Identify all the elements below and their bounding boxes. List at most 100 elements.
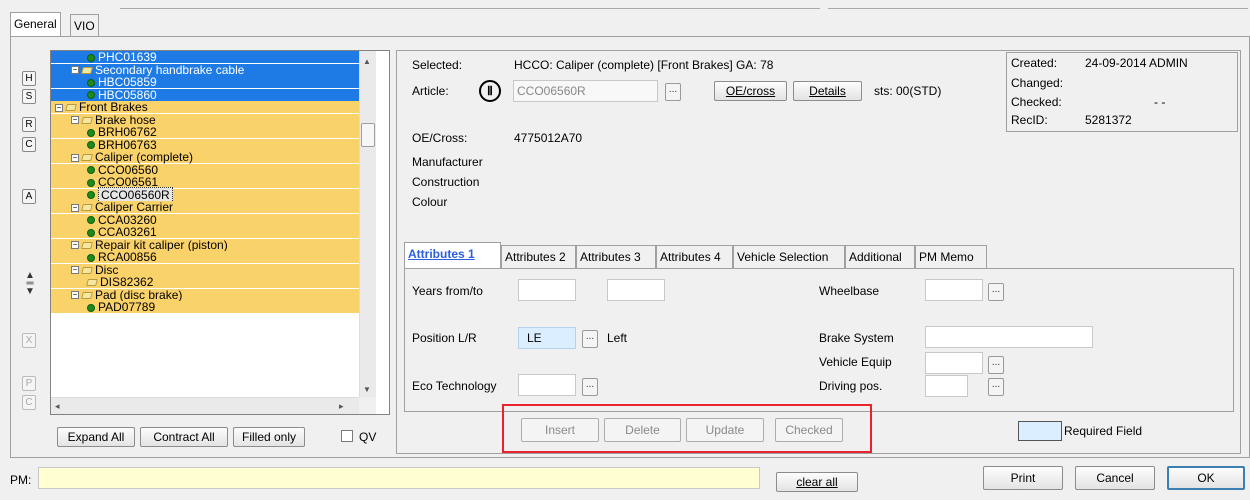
- tab-general[interactable]: General: [10, 12, 61, 37]
- qv-checkbox[interactable]: [341, 430, 353, 442]
- tab-vehicle-selection[interactable]: Vehicle Selection: [733, 245, 845, 268]
- tab-additional[interactable]: Additional: [845, 245, 915, 268]
- cancel-button[interactable]: Cancel: [1075, 466, 1155, 490]
- recid-label: RecID:: [1011, 113, 1048, 127]
- side-button-s[interactable]: S: [22, 89, 36, 104]
- tab-vio[interactable]: VIO: [70, 14, 99, 36]
- oe-cross-value: 4775012A70: [514, 131, 583, 145]
- tree-leaf[interactable]: PAD07789: [51, 301, 359, 313]
- tree-leaf[interactable]: BRH06762: [51, 126, 359, 138]
- scroll-left-icon[interactable]: ◂: [55, 401, 60, 412]
- tree-node[interactable]: − Caliper Carrier: [51, 201, 359, 213]
- insert-button[interactable]: Insert: [521, 418, 599, 442]
- tree-view[interactable]: PHC01639− Secondary handbrake cable HBC058…: [50, 50, 390, 415]
- folder-icon: [81, 154, 93, 162]
- side-button-c2[interactable]: C: [22, 395, 36, 410]
- year-to-input[interactable]: [607, 279, 665, 301]
- status-dot-icon: [87, 53, 95, 62]
- scroll-corner: [359, 397, 376, 414]
- scroll-right-icon[interactable]: ▸: [339, 401, 344, 412]
- oe-cross-button[interactable]: OE/cross: [714, 81, 787, 101]
- eco-technology-input[interactable]: [518, 374, 576, 396]
- side-button-p[interactable]: P: [22, 376, 36, 391]
- delete-button[interactable]: Delete: [604, 418, 681, 442]
- side-button-a[interactable]: A: [22, 189, 36, 204]
- tree-leaf[interactable]: CCA03260: [51, 213, 359, 226]
- tree-node[interactable]: − Caliper (complete): [51, 151, 359, 163]
- folder-icon: [81, 204, 93, 212]
- tab-attributes-3[interactable]: Attributes 3: [576, 245, 656, 268]
- tree-leaf[interactable]: PHC01639: [51, 51, 359, 63]
- move-arrows-icon[interactable]: ▲ ═ ▼: [23, 271, 37, 298]
- status-dot-icon: [87, 166, 95, 175]
- details-button[interactable]: Details: [793, 81, 862, 101]
- wheelbase-lookup-button[interactable]: ...: [988, 283, 1004, 301]
- tree-leaf[interactable]: CCO06560: [51, 163, 359, 176]
- collapse-icon[interactable]: −: [71, 66, 79, 75]
- collapse-icon[interactable]: −: [71, 241, 79, 250]
- pm-input[interactable]: [38, 467, 760, 489]
- collapse-icon[interactable]: −: [71, 291, 79, 300]
- tree-leaf[interactable]: CCA03261: [51, 226, 359, 238]
- expand-all-button[interactable]: Expand All: [57, 427, 135, 447]
- update-button[interactable]: Update: [686, 418, 764, 442]
- position-lookup-button[interactable]: ...: [582, 330, 598, 348]
- side-button-c[interactable]: C: [22, 137, 36, 152]
- side-button-r[interactable]: R: [22, 117, 36, 132]
- scroll-up-icon[interactable]: ▲: [363, 57, 371, 66]
- tree-leaf[interactable]: DIS82362: [51, 276, 359, 288]
- tree-node[interactable]: − Brake hose: [51, 113, 359, 126]
- tree-node[interactable]: − Secondary handbrake cable: [51, 63, 359, 76]
- tab-attributes-2[interactable]: Attributes 2: [501, 245, 576, 268]
- clear-all-button[interactable]: clear all: [776, 472, 858, 492]
- checked-button[interactable]: Checked: [775, 418, 843, 442]
- tree-leaf[interactable]: HBC05859: [51, 76, 359, 88]
- tree-node[interactable]: − Front Brakes: [51, 101, 359, 113]
- item-icon: [86, 279, 98, 287]
- side-button-h[interactable]: H: [22, 71, 36, 86]
- folder-icon: [81, 266, 93, 274]
- wheelbase-input[interactable]: [925, 279, 983, 301]
- print-button[interactable]: Print: [983, 466, 1063, 490]
- tree-node[interactable]: − Repair kit caliper (piston): [51, 238, 359, 251]
- collapse-icon[interactable]: −: [71, 116, 79, 125]
- article-input[interactable]: CCO06560R: [513, 80, 658, 102]
- year-from-input[interactable]: [518, 279, 576, 301]
- construction-label: Construction: [412, 175, 480, 189]
- tab-attributes-1[interactable]: Attributes 1: [404, 242, 501, 269]
- driving-pos-lookup-button[interactable]: ...: [988, 378, 1004, 396]
- driving-pos-input[interactable]: [925, 375, 968, 397]
- tree-leaf[interactable]: BRH06763: [51, 138, 359, 151]
- filled-only-button[interactable]: Filled only: [233, 427, 305, 447]
- side-button-x[interactable]: X: [22, 333, 36, 348]
- vehicle-equip-input[interactable]: [925, 352, 983, 374]
- contract-all-button[interactable]: Contract All: [140, 427, 228, 447]
- scroll-down-icon[interactable]: ▼: [363, 385, 371, 394]
- eco-lookup-button[interactable]: ...: [582, 378, 598, 396]
- tree-leaf[interactable]: CCO06560R: [51, 186, 359, 203]
- collapse-icon[interactable]: −: [71, 153, 79, 162]
- collapse-icon[interactable]: −: [71, 203, 79, 212]
- tree-vscrollbar[interactable]: ▲ ▼: [359, 51, 376, 397]
- pm-label: PM:: [10, 473, 32, 487]
- folder-icon: [81, 291, 93, 299]
- tree-node[interactable]: − Disc: [51, 263, 359, 276]
- status-dot-icon: [87, 216, 95, 225]
- brake-system-input[interactable]: [925, 326, 1093, 348]
- tree-leaf[interactable]: HBC05860: [51, 88, 359, 101]
- vehicle-equip-lookup-button[interactable]: ...: [988, 356, 1004, 374]
- position-input[interactable]: LE: [518, 327, 576, 349]
- tree-leaf[interactable]: RCA00856: [51, 251, 359, 263]
- collapse-icon[interactable]: −: [55, 103, 63, 112]
- tree-node[interactable]: − Pad (disc brake): [51, 288, 359, 301]
- ok-button[interactable]: OK: [1167, 466, 1245, 490]
- tree-hscrollbar[interactable]: ◂ ▸: [51, 397, 359, 414]
- eco-technology-label: Eco Technology: [412, 379, 497, 393]
- scroll-thumb[interactable]: [361, 123, 375, 147]
- collapse-icon[interactable]: −: [71, 266, 79, 275]
- status-text: sts: 00(STD): [874, 84, 942, 98]
- folder-icon: [81, 66, 93, 74]
- tab-attributes-4[interactable]: Attributes 4: [656, 245, 733, 268]
- article-lookup-button[interactable]: ...: [665, 83, 681, 101]
- tab-pm-memo[interactable]: PM Memo: [915, 245, 987, 268]
